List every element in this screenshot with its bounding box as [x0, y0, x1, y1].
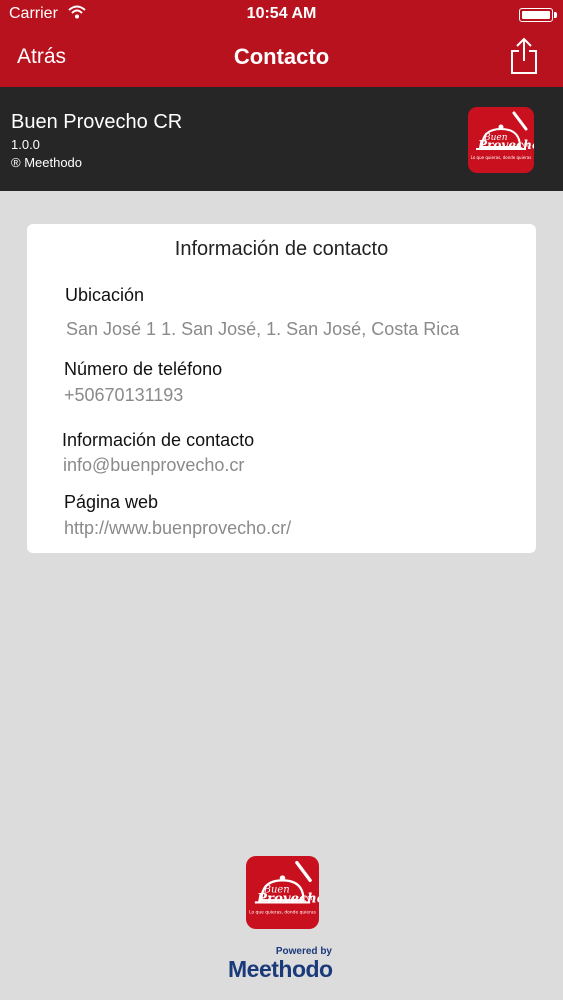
share-icon[interactable] — [509, 37, 539, 75]
app-info-header: Buen Provecho CR 1.0.0 ® Meethodo Buen P… — [0, 87, 563, 191]
logo-text-suffix: cr — [523, 142, 529, 149]
card-title: Información de contacto — [174, 238, 389, 260]
website-label: Página web — [64, 492, 159, 512]
phone-label: Número de teléfono — [64, 359, 223, 379]
app-copyright: ® Meethodo — [11, 155, 83, 170]
website-value[interactable]: http://www.buenprovecho.cr/ — [64, 518, 291, 539]
footer-logo-text-suffix: cr — [307, 894, 314, 902]
contact-info-card: Información de contacto Ubicación San Jo… — [27, 224, 536, 553]
footer-app-logo: Buen Provecho cr Lo que quieras, donde q… — [246, 856, 326, 929]
powered-by-meethodo: Powered by Meethodo — [228, 946, 338, 986]
meethodo-logo: Meethodo — [228, 956, 333, 982]
app-version: 1.0.0 — [11, 137, 40, 152]
battery-icon — [519, 8, 557, 22]
navigation-bar: Atrás Contacto — [0, 28, 563, 87]
footer-logo-tagline: Lo que quieras, donde quieras — [249, 910, 317, 916]
location-label: Ubicación — [65, 285, 145, 305]
back-button[interactable]: Atrás — [17, 45, 66, 69]
status-bar: Carrier 10:54 AM — [0, 0, 563, 28]
app-logo: Buen Provecho cr Lo que quieras, donde q… — [468, 107, 540, 173]
email-value[interactable]: info@buenprovecho.cr — [63, 455, 244, 476]
location-value[interactable]: San José 1 1. San José, 1. San José, Cos… — [66, 319, 459, 340]
contact-label: Información de contacto — [62, 430, 255, 450]
app-name: Buen Provecho CR — [11, 111, 183, 133]
clock: 10:54 AM — [246, 5, 317, 22]
phone-value[interactable]: +50670131193 — [64, 385, 183, 406]
logo-tagline: Lo que quieras, donde quieras — [471, 155, 532, 160]
page-title: Contacto — [233, 44, 330, 69]
